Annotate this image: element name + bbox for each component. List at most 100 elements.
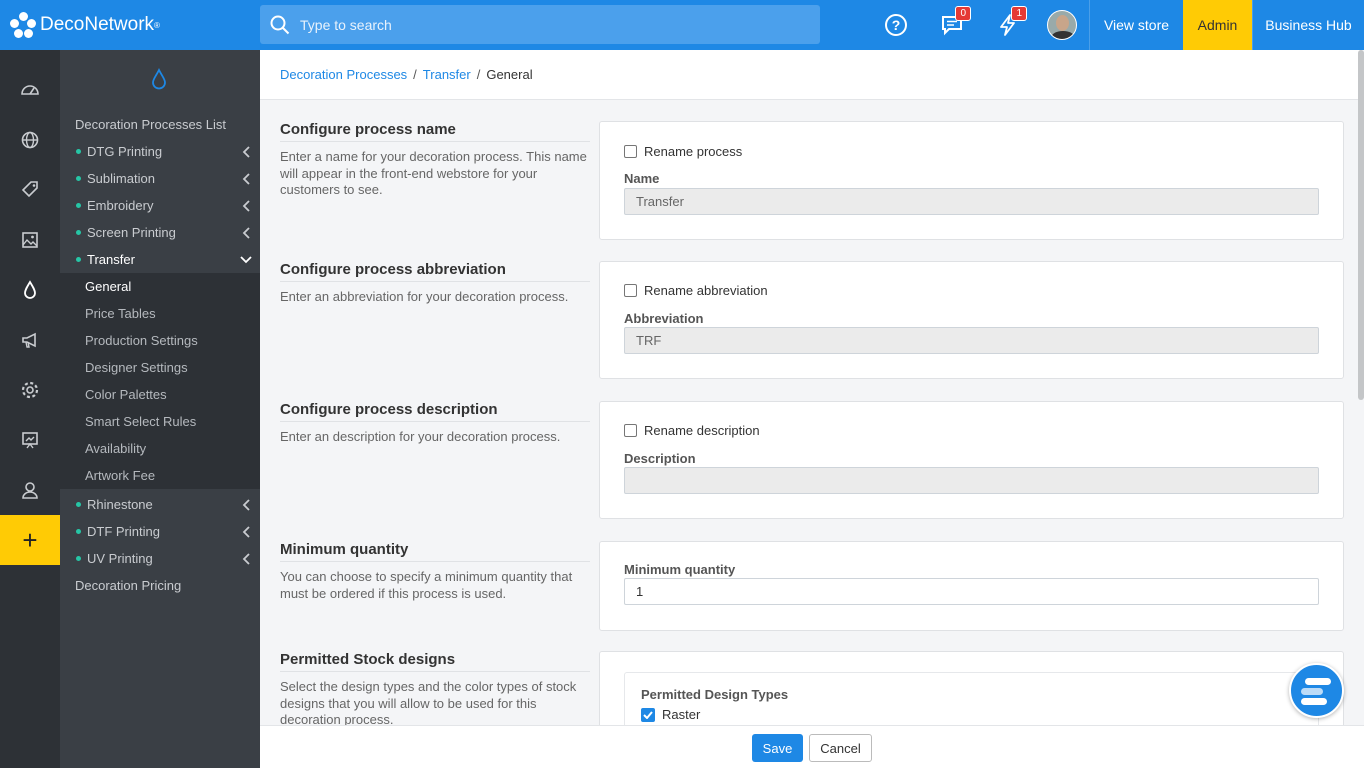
sidebar-item-label: DTF Printing	[87, 524, 160, 539]
chat-widget-icon[interactable]	[1289, 663, 1344, 718]
breadcrumb-link-transfer[interactable]: Transfer	[423, 67, 471, 82]
cancel-button[interactable]: Cancel	[809, 734, 872, 762]
name-field[interactable]: Transfer	[624, 188, 1319, 215]
admin-link[interactable]: Admin	[1183, 0, 1252, 50]
section-title: Minimum quantity	[280, 541, 590, 562]
checkbox-label: Raster	[662, 707, 701, 722]
sidebar-subitem-color-palettes[interactable]: Color Palettes	[60, 381, 260, 408]
section-title: Configure process abbreviation	[280, 261, 590, 282]
alerts-icon[interactable]: 1	[994, 6, 1027, 39]
sidebar-subitem-general[interactable]: General	[60, 273, 260, 300]
sidebar-item-label: Embroidery	[87, 198, 154, 213]
sidebar-item-dtg[interactable]: DTG Printing	[60, 138, 260, 165]
logo[interactable]: DecoNetwork ®	[0, 0, 260, 50]
sidebar-nav: Decoration Processes List DTG Printing S…	[60, 50, 260, 768]
chevron-left-icon	[242, 526, 250, 538]
image-icon[interactable]	[17, 227, 43, 253]
section-description: Enter an abbreviation for your decoratio…	[280, 289, 569, 304]
checkbox-label: Rename description	[644, 423, 760, 438]
scrollbar[interactable]	[1358, 50, 1364, 400]
breadcrumb-current: General	[486, 67, 533, 82]
rename-process-checkbox[interactable]: Rename process	[624, 144, 742, 159]
search-input[interactable]: Type to search	[300, 17, 392, 33]
sidebar-item-sublimation[interactable]: Sublimation	[60, 165, 260, 192]
drop-icon[interactable]	[17, 277, 43, 303]
messages-icon[interactable]: 0	[938, 6, 971, 39]
gear-icon[interactable]	[17, 377, 43, 403]
sidebar-subitem-price-tables[interactable]: Price Tables	[60, 300, 260, 327]
sidebar-item-decoration-pricing[interactable]: Decoration Pricing	[60, 572, 260, 599]
globe-icon[interactable]	[17, 127, 43, 153]
section-process-name: Configure process name Enter a name for …	[280, 121, 1344, 241]
field-label: Description	[624, 451, 696, 466]
help-icon[interactable]: ?	[882, 11, 910, 39]
action-footer: Save Cancel	[260, 725, 1364, 768]
app-name: DecoNetwork	[40, 14, 155, 35]
sidebar-item-processes-list[interactable]: Decoration Processes List	[60, 111, 260, 138]
description-field[interactable]	[624, 467, 1319, 494]
section-description: You can choose to specify a minimum quan…	[280, 569, 573, 601]
section-title: Configure process name	[280, 121, 590, 142]
view-store-link[interactable]: View store	[1089, 0, 1183, 50]
avatar[interactable]	[1047, 10, 1077, 40]
raster-checkbox[interactable]: Raster	[641, 707, 700, 722]
card: Rename abbreviation Abbreviation TRF	[599, 261, 1344, 379]
sidebar-subitem-artwork-fee[interactable]: Artwork Fee	[60, 462, 260, 489]
messages-badge: 0	[955, 6, 971, 21]
section-description: Select the design types and the color ty…	[280, 679, 577, 725]
sidebar-item-label: UV Printing	[87, 551, 153, 566]
breadcrumb-link-processes[interactable]: Decoration Processes	[280, 67, 407, 82]
section-title: Permitted Stock designs	[280, 651, 590, 672]
sidebar-item-transfer[interactable]: Transfer	[60, 246, 260, 273]
top-bar: DecoNetwork ® Type to search ? 0 1 View s…	[0, 0, 1364, 50]
sidebar-item-embroidery[interactable]: Embroidery	[60, 192, 260, 219]
sidebar-subitem-smart-select-rules[interactable]: Smart Select Rules	[60, 408, 260, 435]
trademark: ®	[154, 20, 160, 30]
business-hub-link[interactable]: Business Hub	[1252, 0, 1364, 50]
breadcrumb-separator: /	[476, 67, 481, 82]
chevron-left-icon	[242, 227, 250, 239]
sidebar-item-label: Sublimation	[87, 171, 155, 186]
tag-icon[interactable]	[17, 177, 43, 203]
card: Rename description Description	[599, 401, 1344, 519]
section-description: Enter a name for your decoration process…	[280, 149, 587, 197]
megaphone-icon[interactable]	[17, 327, 43, 353]
icon-rail: +	[0, 50, 60, 768]
plus-icon[interactable]: +	[0, 515, 60, 565]
sidebar-item-label: Decoration Pricing	[75, 578, 182, 593]
panel-title: Permitted Design Types	[641, 687, 789, 702]
sidebar-item-screen-printing[interactable]: Screen Printing	[60, 219, 260, 246]
sidebar-subitem-availability[interactable]: Availability	[60, 435, 260, 462]
section-permitted-stock-designs: Permitted Stock designs Select the desig…	[280, 651, 1344, 752]
svg-text:?: ?	[892, 17, 901, 33]
chevron-left-icon	[242, 499, 250, 511]
user-icon[interactable]	[17, 477, 43, 503]
save-button[interactable]: Save	[752, 734, 803, 762]
sidebar-item-label: Screen Printing	[87, 225, 176, 240]
sidebar-item-rhinestone[interactable]: Rhinestone	[60, 491, 260, 518]
sidebar-item-label: DTG Printing	[87, 144, 163, 159]
field-label: Minimum quantity	[624, 562, 736, 577]
card: Minimum quantity 1	[599, 541, 1344, 631]
chevron-left-icon	[242, 146, 250, 158]
check-icon	[641, 707, 655, 722]
chevron-left-icon	[242, 173, 250, 185]
minimum-quantity-input[interactable]: 1	[624, 578, 1319, 605]
search-bar[interactable]: Type to search	[260, 5, 820, 44]
sidebar-subitem-production-settings[interactable]: Production Settings	[60, 327, 260, 354]
search-icon	[270, 15, 290, 34]
field-label: Abbreviation	[624, 311, 704, 326]
rename-description-checkbox[interactable]: Rename description	[624, 423, 760, 438]
breadcrumb: Decoration Processes / Transfer / Genera…	[260, 50, 1360, 100]
chevron-left-icon	[242, 553, 250, 565]
sidebar-item-dtf-printing[interactable]: DTF Printing	[60, 518, 260, 545]
rename-abbreviation-checkbox[interactable]: Rename abbreviation	[624, 283, 768, 298]
sidebar-subitem-designer-settings[interactable]: Designer Settings	[60, 354, 260, 381]
abbreviation-field[interactable]: TRF	[624, 327, 1319, 354]
sidebar-item-uv-printing[interactable]: UV Printing	[60, 545, 260, 572]
section-description: Enter an description for your decoration…	[280, 429, 561, 444]
chart-board-icon[interactable]	[17, 427, 43, 453]
sidebar-item-label: Transfer	[87, 252, 135, 267]
dashboard-icon[interactable]	[17, 77, 43, 103]
deco-logo-icon	[10, 12, 36, 38]
